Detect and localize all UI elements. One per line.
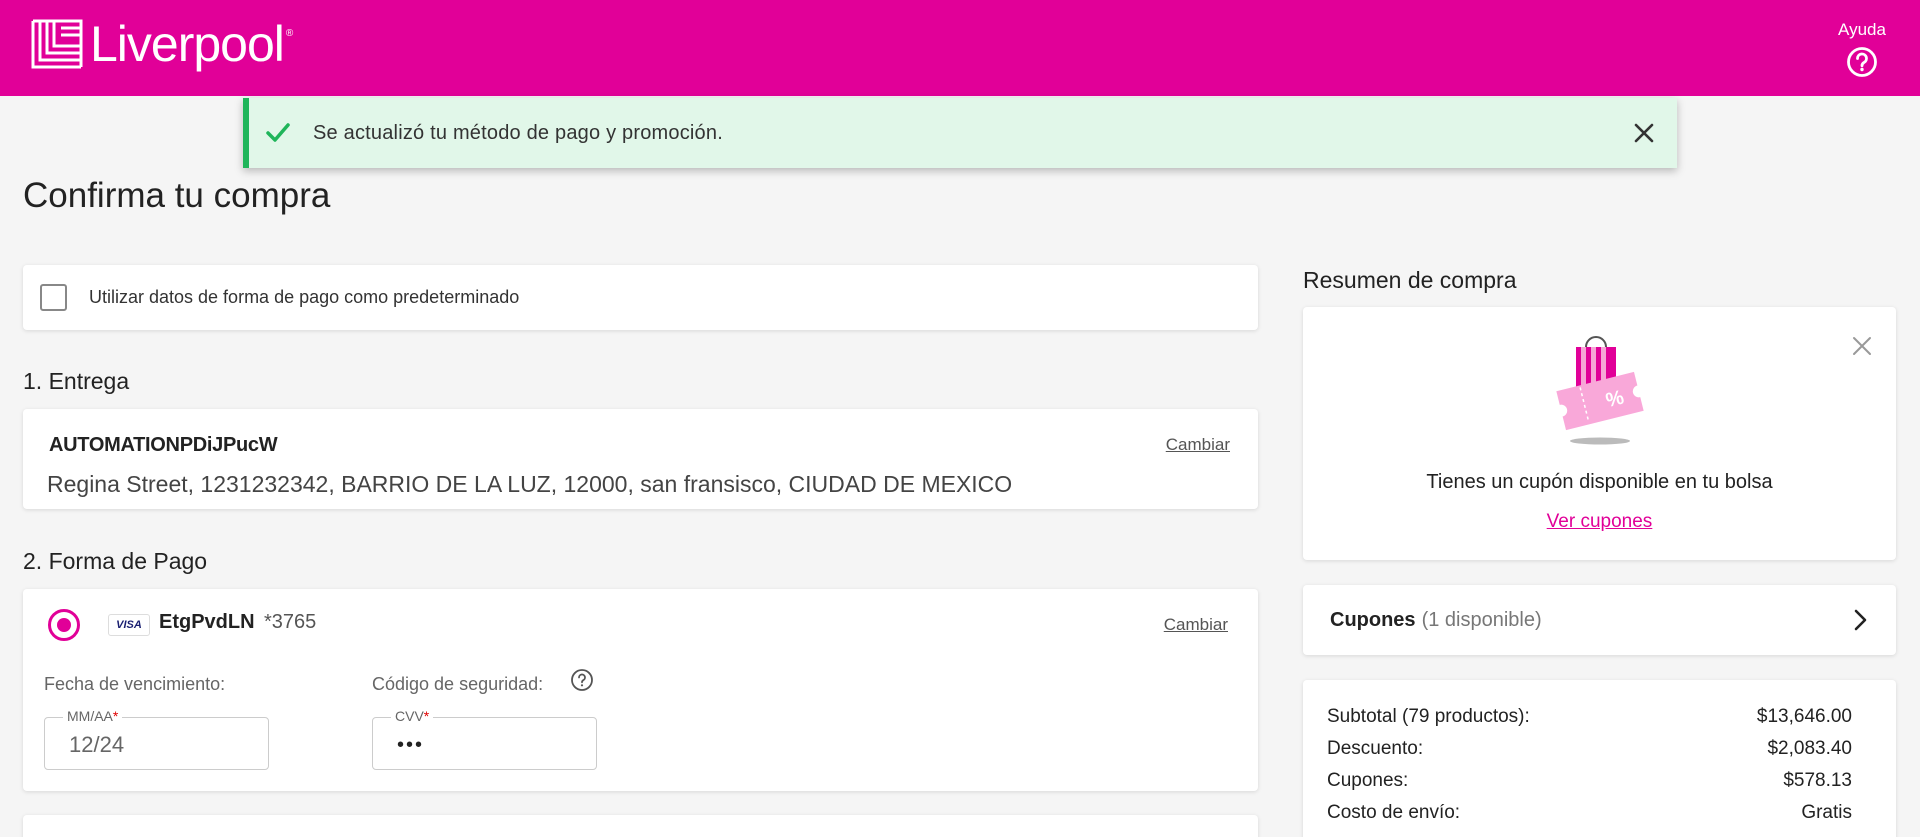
coupon-bag-icon: % — [1556, 336, 1644, 445]
cvv-field[interactable]: CVV* ••• — [372, 708, 597, 770]
discount-label: Descuento: — [1327, 738, 1424, 759]
question-circle-icon — [1847, 47, 1877, 77]
shipping-value: Gratis — [1801, 802, 1852, 823]
entrega-section-title: 1. Entrega — [23, 368, 130, 394]
check-icon — [266, 123, 290, 142]
expiry-legend-text: MM/AA — [67, 708, 113, 724]
card-last-digits: *3765 — [264, 611, 317, 633]
cvv-legend: CVV* — [391, 708, 434, 724]
success-toast: Se actualizó tu método de pago y promoci… — [243, 98, 1677, 168]
shipping-row: Costo de envío: Gratis — [1327, 802, 1852, 824]
coupons-total-value: $578.13 — [1783, 770, 1852, 791]
liverpool-logo[interactable]: Liverpool ® — [30, 18, 293, 70]
payment-method-radio[interactable] — [48, 609, 80, 641]
registered-mark: ® — [285, 28, 294, 39]
liverpool-logo-icon — [31, 19, 83, 69]
coupons-row-button[interactable]: Cupones (1 disponible) — [1303, 585, 1896, 655]
change-address-link[interactable]: Cambiar — [1166, 435, 1230, 455]
help-label: Ayuda — [1838, 20, 1886, 39]
coupons-count: (1 disponible) — [1421, 608, 1542, 631]
cvv-input[interactable]: ••• — [397, 734, 567, 757]
coupon-available-text: Tienes un cupón disponible en tu bolsa — [1426, 471, 1773, 493]
default-payment-card: Utilizar datos de forma de pago como pre… — [23, 265, 1258, 330]
coupons-total-label: Cupones: — [1327, 770, 1409, 791]
expiry-field[interactable]: MM/AA* — [44, 708, 269, 770]
help-button[interactable]: Ayuda — [1832, 20, 1892, 78]
security-code-label: Código de seguridad: — [372, 674, 544, 694]
expiry-legend: MM/AA* — [63, 708, 123, 724]
payment-card: VISA EtgPvdLN *3765 Cambiar Fecha de ven… — [23, 589, 1258, 791]
top-header: Liverpool ® Ayuda — [0, 0, 1920, 96]
cvv-legend-text: CVV — [395, 708, 424, 724]
entrega-card: AUTOMATIONPDiJPucW Regina Street, 123123… — [23, 409, 1258, 509]
brand-name: Liverpool — [90, 16, 285, 72]
totals-card: Subtotal (79 productos): $13,646.00 Desc… — [1303, 680, 1896, 837]
default-payment-label: Utilizar datos de forma de pago como pre… — [89, 287, 520, 307]
default-payment-checkbox[interactable] — [40, 284, 67, 311]
coupons-label: Cupones — [1330, 608, 1416, 631]
help-circle-icon[interactable] — [570, 668, 594, 692]
see-coupons-link[interactable]: Ver cupones — [1303, 511, 1896, 533]
pago-section-title: 2. Forma de Pago — [23, 548, 208, 574]
coupon-promo-card: % Tienes un cupón disponible en tu bolsa… — [1303, 307, 1896, 560]
summary-title: Resumen de compra — [1303, 267, 1517, 293]
page-title: Confirma tu compra — [23, 176, 331, 215]
card-holder-name: EtgPvdLN — [159, 611, 255, 633]
change-payment-link[interactable]: Cambiar — [1164, 615, 1228, 635]
next-section-card — [23, 815, 1258, 837]
discount-row: Descuento: $2,083.40 — [1327, 738, 1852, 760]
subtotal-label: Subtotal (79 productos): — [1327, 706, 1530, 727]
required-mark: * — [423, 708, 430, 724]
chevron-right-icon — [1854, 609, 1867, 631]
expiry-input[interactable] — [69, 732, 239, 758]
toast-message: Se actualizó tu método de pago y promoci… — [313, 121, 723, 144]
expiry-label: Fecha de vencimiento: — [44, 674, 226, 694]
recipient-name: AUTOMATIONPDiJPucW — [49, 434, 278, 456]
subtotal-value: $13,646.00 — [1756, 706, 1852, 727]
close-icon[interactable] — [1631, 120, 1657, 146]
discount-value: $2,083.40 — [1767, 738, 1852, 759]
required-mark: * — [112, 708, 119, 724]
coupons-total-row: Cupones: $578.13 — [1327, 770, 1852, 792]
shipping-label: Costo de envío: — [1327, 802, 1461, 823]
radio-selected-dot — [57, 618, 71, 632]
close-icon[interactable] — [1850, 334, 1874, 358]
visa-icon: VISA — [108, 614, 150, 636]
subtotal-row: Subtotal (79 productos): $13,646.00 — [1327, 706, 1852, 728]
delivery-address: Regina Street, 1231232342, BARRIO DE LA … — [47, 471, 1013, 497]
